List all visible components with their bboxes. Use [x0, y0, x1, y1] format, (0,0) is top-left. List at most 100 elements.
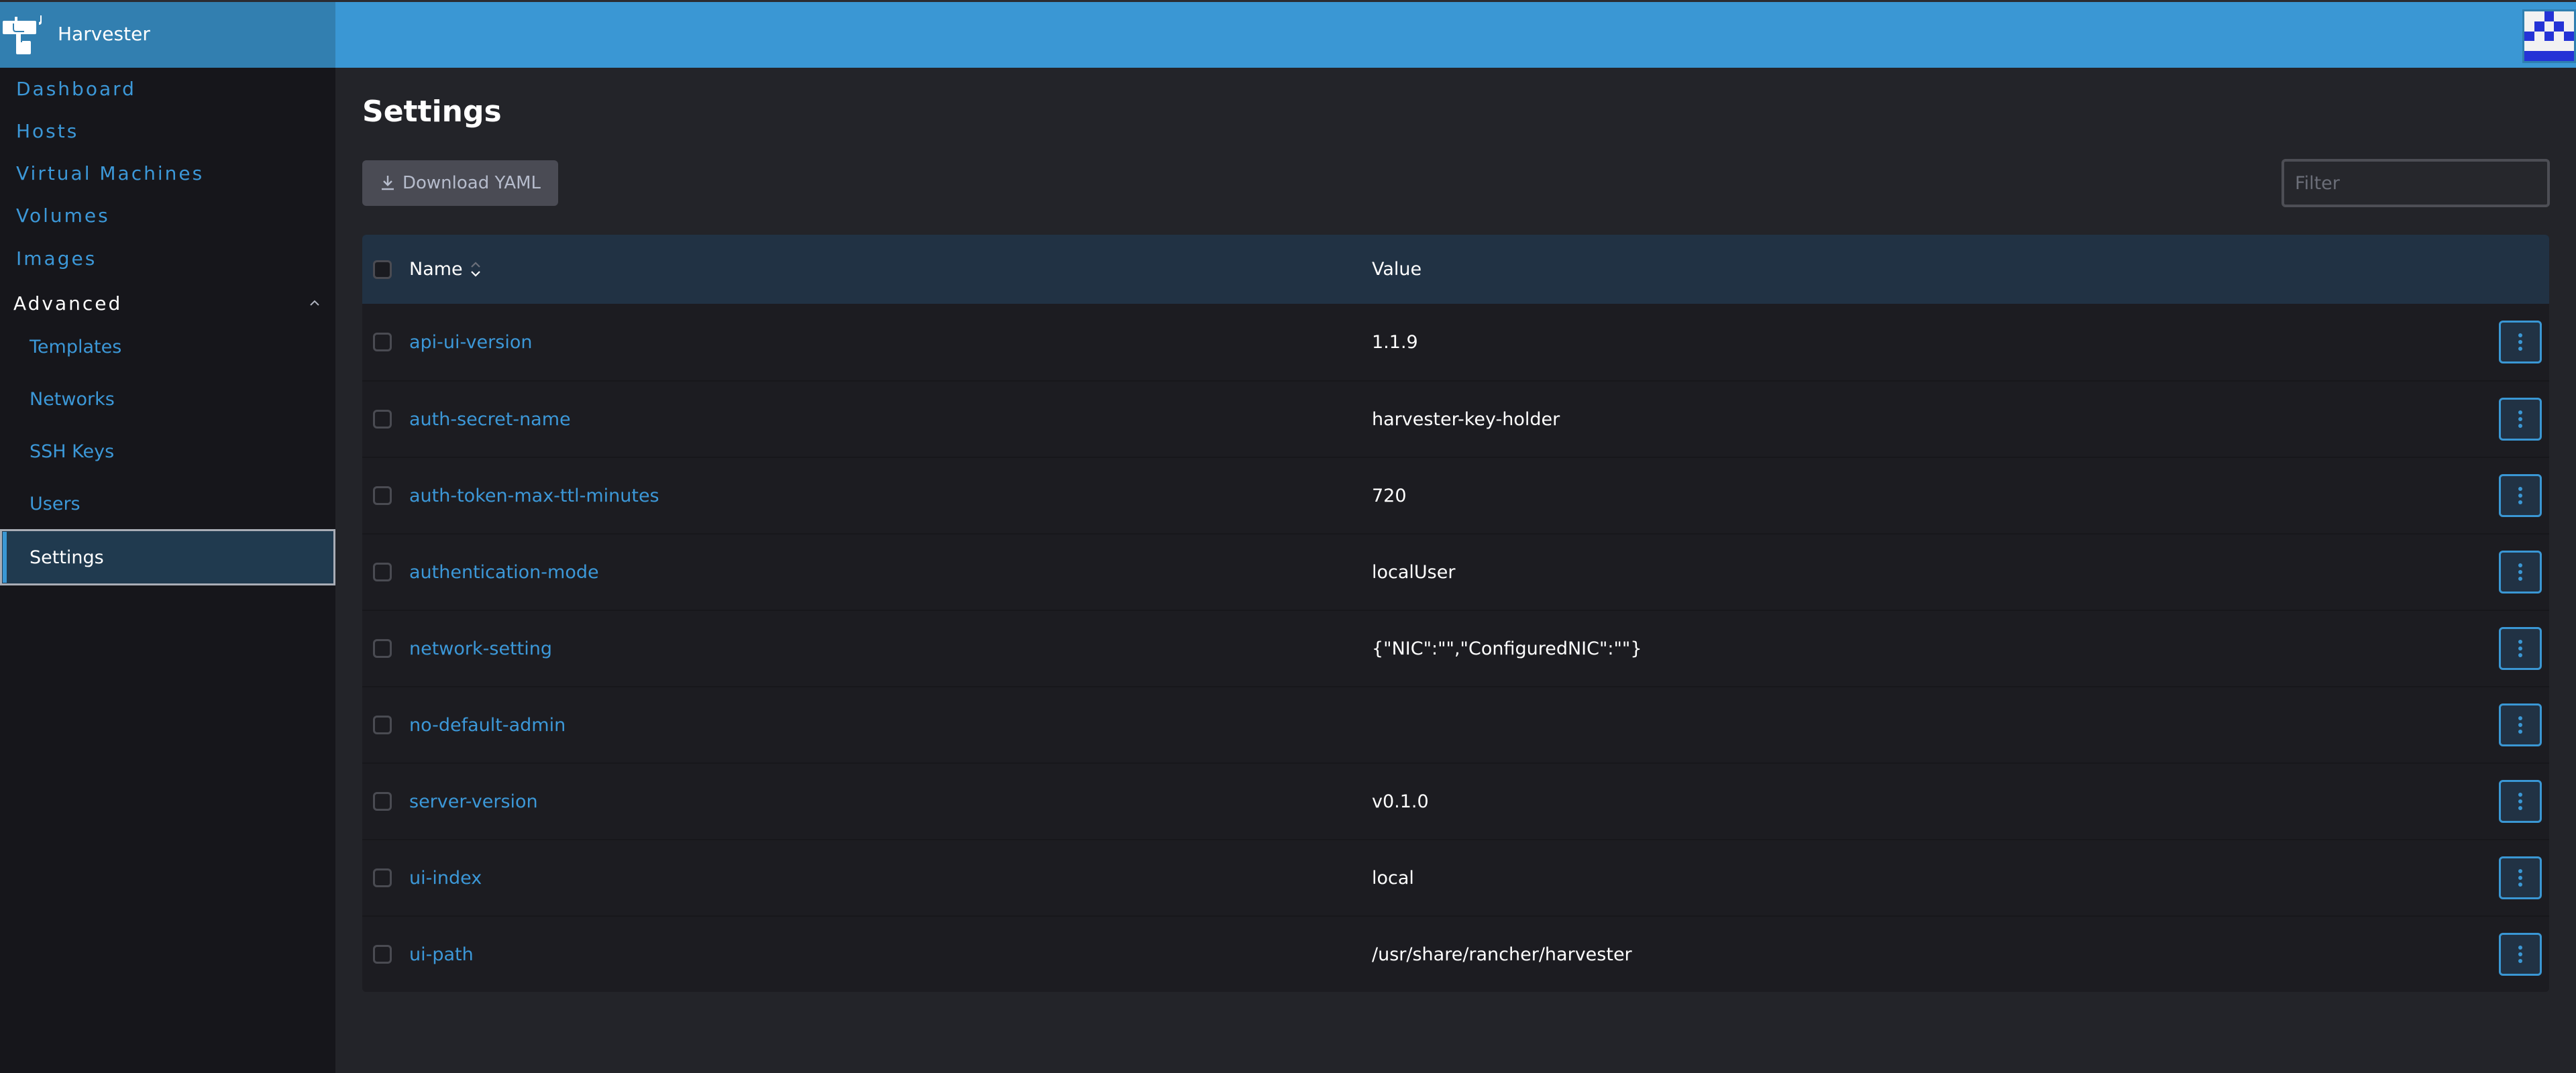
table-row: authentication-mode localUser [362, 533, 2549, 610]
avatar-pixel [2554, 41, 2565, 52]
sidebar-group-label: Advanced [13, 292, 123, 315]
row-checkbox[interactable] [373, 639, 392, 658]
row-actions-button[interactable] [2499, 321, 2542, 363]
table-row: ui-index local [362, 839, 2549, 915]
sidebar-item-label: Virtual Machines [16, 162, 205, 184]
select-all-checkbox[interactable] [373, 260, 392, 279]
sidebar-item-networks[interactable]: Networks [0, 377, 335, 421]
sidebar-item-templates[interactable]: Templates [0, 325, 335, 369]
sidebar-item-ssh-keys[interactable]: SSH Keys [0, 429, 335, 473]
avatar-pixel [2524, 31, 2534, 42]
avatar-pixel [2534, 21, 2544, 32]
avatar-pixel [2544, 31, 2555, 42]
setting-name-link[interactable]: auth-secret-name [409, 409, 571, 430]
setting-value: 1.1.9 [1372, 331, 1418, 353]
avatar-pixel [2564, 41, 2574, 52]
more-vertical-icon [2518, 410, 2522, 428]
more-vertical-icon [2518, 333, 2522, 351]
setting-name-link[interactable]: server-version [409, 791, 538, 812]
setting-name-link[interactable]: api-ui-version [409, 332, 532, 353]
sidebar: Dashboard Hosts Virtual Machines Volumes… [0, 68, 335, 1073]
avatar-pixel [2564, 11, 2574, 21]
avatar-pixel [2554, 11, 2565, 21]
row-checkbox[interactable] [373, 486, 392, 505]
row-actions-button[interactable] [2499, 780, 2542, 823]
sidebar-item-dashboard[interactable]: Dashboard [0, 68, 335, 109]
row-checkbox[interactable] [373, 333, 392, 351]
setting-name-link[interactable]: auth-token-max-ttl-minutes [409, 486, 659, 506]
avatar-pixel [2534, 51, 2544, 61]
avatar-pixel [2524, 41, 2534, 52]
download-yaml-button[interactable]: Download YAML [362, 160, 558, 206]
row-checkbox[interactable] [373, 945, 392, 964]
sidebar-item-hosts[interactable]: Hosts [0, 111, 335, 151]
app: Harvester Dashboard Hosts Virtual Machin… [0, 0, 2576, 1073]
sidebar-item-users[interactable]: Users [0, 482, 335, 526]
avatar-pixel [2564, 21, 2574, 32]
table-row: auth-secret-name harvester-key-holder [362, 380, 2549, 457]
row-actions-button[interactable] [2499, 474, 2542, 517]
sidebar-group-advanced[interactable]: Advanced [0, 283, 335, 323]
setting-name-link[interactable]: network-setting [409, 638, 552, 659]
setting-value: localUser [1372, 561, 1456, 583]
row-checkbox[interactable] [373, 410, 392, 429]
sidebar-item-volumes[interactable]: Volumes [0, 195, 335, 235]
avatar-pixel [2524, 11, 2534, 21]
setting-value: v0.1.0 [1372, 791, 1429, 812]
sort-icon [470, 261, 480, 277]
page-title: Settings [362, 95, 502, 129]
sidebar-item-label: SSH Keys [30, 441, 115, 462]
setting-name-link[interactable]: ui-path [409, 944, 474, 965]
setting-name-link[interactable]: no-default-admin [409, 715, 566, 736]
avatar-pixel [2534, 11, 2544, 21]
sidebar-item-settings[interactable]: Settings [0, 529, 335, 585]
row-actions-button[interactable] [2499, 703, 2542, 746]
sidebar-item-label: Dashboard [16, 77, 136, 100]
table-row: ui-path /usr/share/rancher/harvester [362, 915, 2549, 992]
column-header-value: Value [1372, 259, 1422, 280]
avatar-pixel [2544, 41, 2555, 52]
table-body: api-ui-version 1.1.9 auth-secret-name ha… [362, 304, 2549, 992]
row-checkbox[interactable] [373, 563, 392, 581]
column-header-name[interactable]: Name [409, 259, 482, 280]
sidebar-item-label: Hosts [16, 119, 79, 142]
brand[interactable]: Harvester [0, 2, 335, 68]
setting-name-link[interactable]: authentication-mode [409, 562, 599, 583]
more-vertical-icon [2518, 793, 2522, 810]
harvester-logo-icon [3, 15, 42, 54]
sidebar-item-label: Templates [30, 336, 122, 357]
row-checkbox[interactable] [373, 716, 392, 734]
table-row: api-ui-version 1.1.9 [362, 304, 2549, 380]
more-vertical-icon [2518, 640, 2522, 657]
app-name: Harvester [58, 23, 150, 45]
settings-table: Name Value api-ui-version 1.1.9 auth-sec… [362, 235, 2549, 992]
avatar-pixel [2534, 31, 2544, 42]
more-vertical-icon [2518, 563, 2522, 581]
setting-value: 720 [1372, 485, 1407, 506]
avatar-pixel [2554, 31, 2565, 42]
row-checkbox[interactable] [373, 792, 392, 811]
row-actions-button[interactable] [2499, 856, 2542, 899]
more-vertical-icon [2518, 869, 2522, 887]
setting-value: {"NIC":"","ConfiguredNIC":""} [1372, 638, 1642, 659]
avatar-pixel [2554, 51, 2565, 61]
filter-input[interactable] [2282, 159, 2550, 207]
avatar-pixel [2564, 51, 2574, 61]
sidebar-item-images[interactable]: Images [0, 238, 335, 278]
sidebar-item-virtual-machines[interactable]: Virtual Machines [0, 153, 335, 193]
row-actions-button[interactable] [2499, 551, 2542, 594]
setting-value: /usr/share/rancher/harvester [1372, 944, 1632, 965]
row-actions-button[interactable] [2499, 627, 2542, 670]
setting-name-link[interactable]: ui-index [409, 868, 482, 889]
more-vertical-icon [2518, 946, 2522, 963]
row-actions-button[interactable] [2499, 933, 2542, 976]
row-actions-button[interactable] [2499, 398, 2542, 441]
column-header-name-label: Name [409, 259, 463, 280]
sidebar-item-label: Settings [30, 547, 104, 568]
avatar-pixel [2524, 51, 2534, 61]
user-avatar[interactable] [2522, 9, 2576, 63]
row-checkbox[interactable] [373, 868, 392, 887]
avatar-pixel [2564, 31, 2574, 42]
avatar-pixel [2544, 51, 2555, 61]
table-row: auth-token-max-ttl-minutes 720 [362, 457, 2549, 533]
